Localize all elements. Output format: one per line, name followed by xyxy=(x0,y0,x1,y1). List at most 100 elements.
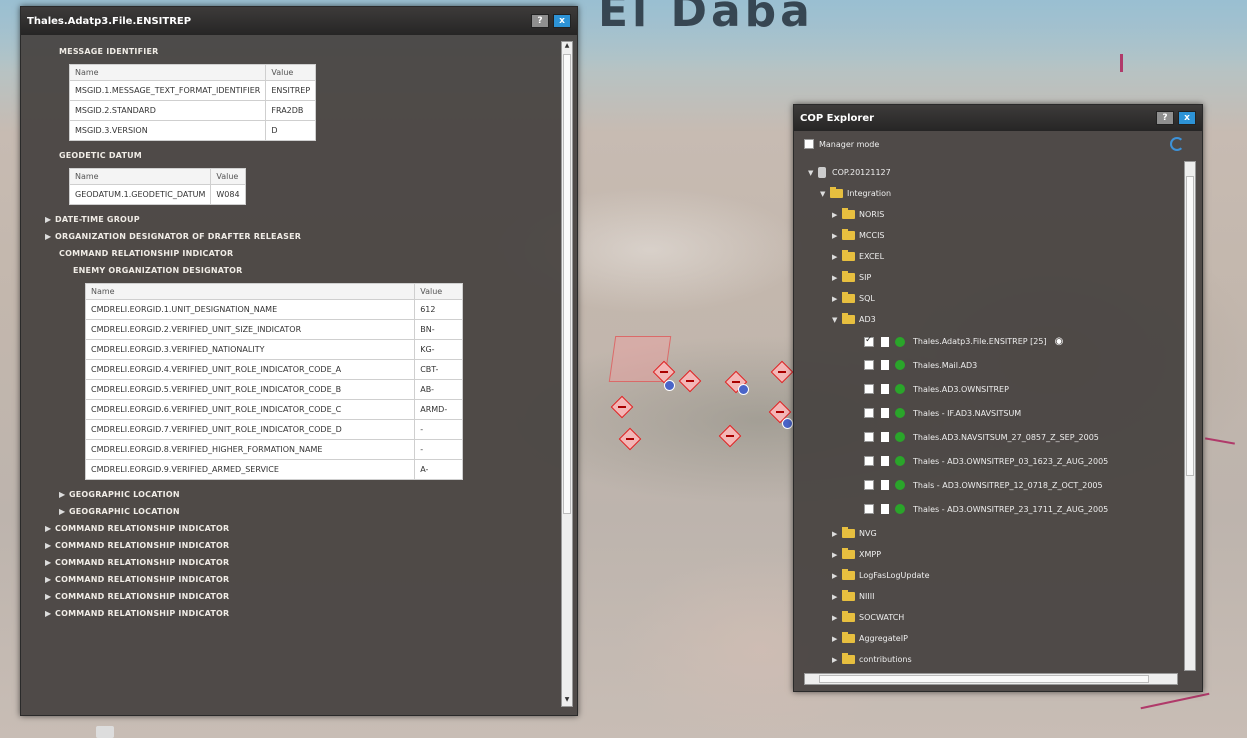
layer-checkbox[interactable] xyxy=(864,384,874,394)
layer-checkbox[interactable] xyxy=(864,335,874,347)
table-row[interactable]: CMDRELI.EORGID.6.VERIFIED_UNIT_ROLE_INDI… xyxy=(84,399,463,420)
tree-node-folder[interactable]: ▶ SIP xyxy=(832,271,871,282)
scrollbar-thumb[interactable] xyxy=(819,675,1149,683)
scrollbar-thumb[interactable] xyxy=(1186,176,1194,476)
folder-icon xyxy=(842,611,855,622)
tree-node-folder[interactable]: ▶ SOCWATCH xyxy=(832,611,904,622)
table-row[interactable]: CMDRELI.EORGID.8.VERIFIED_HIGHER_FORMATI… xyxy=(84,439,463,460)
document-icon xyxy=(881,432,889,442)
tree-node-layer[interactable]: Thales.AD3.NAVSITSUM_27_0857_Z_SEP_2005 xyxy=(864,432,1099,442)
section-geographic-location[interactable]: ▶ GEOGRAPHIC LOCATION xyxy=(21,503,559,520)
tree-node-layer[interactable]: Thales.AD3.OWNSITREP xyxy=(864,384,1009,394)
enemy-unit-symbol[interactable] xyxy=(770,360,794,384)
layer-checkbox[interactable] xyxy=(864,360,874,370)
ensitrep-detail-window[interactable]: Thales.Adatp3.File.ENSITREP ? x MESSAGE … xyxy=(20,6,578,716)
detail-window-titlebar[interactable]: Thales.Adatp3.File.ENSITREP ? x xyxy=(21,7,577,35)
tree-node-folder[interactable]: ▶ LogFasLogUpdate xyxy=(832,569,930,580)
section-command-relationship[interactable]: ▶ COMMAND RELATIONSHIP INDICATOR xyxy=(21,588,559,605)
expand-arrow-icon: ▼ xyxy=(808,168,814,177)
tree-node-folder[interactable]: ▶ SQL xyxy=(832,292,875,303)
section-command-relationship[interactable]: ▶ COMMAND RELATIONSHIP INDICATOR xyxy=(21,605,559,622)
tree-node-folder[interactable]: ▶ NORIS xyxy=(832,208,884,219)
help-button[interactable]: ? xyxy=(1156,111,1174,125)
map-control-button[interactable] xyxy=(96,726,114,738)
layer-checkbox[interactable] xyxy=(864,480,874,490)
tree-node-folder-ad3[interactable]: ▼ AD3 xyxy=(832,313,876,324)
tree-node-folder[interactable]: ▶ NVG xyxy=(832,527,877,538)
tree-node-label: NVG xyxy=(859,529,877,538)
tree-node-layer[interactable]: Thales - IF.AD3.NAVSITSUM xyxy=(864,408,1021,418)
cop-horizontal-scrollbar[interactable] xyxy=(804,673,1178,685)
close-button[interactable]: x xyxy=(553,14,571,28)
tree-node-folder[interactable]: ▶ MCCIS xyxy=(832,229,885,240)
cluster-badge[interactable] xyxy=(782,418,793,429)
table-row[interactable]: CMDRELI.EORGID.2.VERIFIED_UNIT_SIZE_INDI… xyxy=(84,319,463,340)
enemy-unit-symbol[interactable] xyxy=(610,395,634,419)
help-button[interactable]: ? xyxy=(531,14,549,28)
enemy-unit-symbol[interactable] xyxy=(678,369,702,393)
tree-node-layer[interactable]: Thales.Adatp3.File.ENSITREP [25] ◉ xyxy=(864,335,1064,347)
cop-window-titlebar[interactable]: COP Explorer ? x xyxy=(794,105,1202,131)
section-geographic-location[interactable]: ▶ GEOGRAPHIC LOCATION xyxy=(21,486,559,503)
detail-vertical-scrollbar[interactable]: ▲ ▼ xyxy=(561,41,573,707)
table-row[interactable]: MSGID.3.VERSION D xyxy=(68,120,317,141)
table-row[interactable]: CMDRELI.EORGID.1.UNIT_DESIGNATION_NAME 6… xyxy=(84,299,463,320)
folder-icon xyxy=(842,527,855,538)
column-header-name: Name xyxy=(68,64,267,81)
table-row[interactable]: CMDRELI.EORGID.9.VERIFIED_ARMED_SERVICE … xyxy=(84,459,463,480)
tree-node-folder[interactable]: ▶ EXCEL xyxy=(832,250,884,261)
tree-node-folder[interactable]: ▶ XMPP xyxy=(832,548,881,559)
tree-node-integration[interactable]: ▼ Integration xyxy=(820,187,891,198)
section-command-relationship[interactable]: ▶ COMMAND RELATIONSHIP INDICATOR xyxy=(21,554,559,571)
layer-checkbox[interactable] xyxy=(864,432,874,442)
tree-node-layer[interactable]: Thals - AD3.OWNSITREP_12_0718_Z_OCT_2005 xyxy=(864,480,1103,490)
close-button[interactable]: x xyxy=(1178,111,1196,125)
column-header-name: Name xyxy=(68,168,212,185)
enemy-unit-symbol[interactable] xyxy=(718,424,742,448)
tree-node-root[interactable]: ▼ COP.20121127 xyxy=(808,167,891,178)
cell-name: CMDRELI.EORGID.7.VERIFIED_UNIT_ROLE_INDI… xyxy=(84,419,416,440)
folder-icon xyxy=(842,271,855,282)
eye-icon[interactable]: ◉ xyxy=(1055,336,1064,347)
cell-value: - xyxy=(414,419,463,440)
cluster-badge[interactable] xyxy=(664,380,675,391)
scrollbar-thumb[interactable] xyxy=(563,54,571,514)
table-row[interactable]: CMDRELI.EORGID.4.VERIFIED_UNIT_ROLE_INDI… xyxy=(84,359,463,380)
section-date-time-group[interactable]: ▶ DATE-TIME GROUP xyxy=(21,211,559,228)
tree-node-layer[interactable]: Thales.Mail.AD3 xyxy=(864,360,977,370)
tree-node-folder[interactable]: ▶ contributions xyxy=(832,653,912,664)
folder-icon xyxy=(842,569,855,580)
table-row[interactable]: CMDRELI.EORGID.7.VERIFIED_UNIT_ROLE_INDI… xyxy=(84,419,463,440)
table-row[interactable]: GEODATUM.1.GEODETIC_DATUM W084 xyxy=(68,184,246,205)
table-row[interactable]: MSGID.2.STANDARD FRA2DB xyxy=(68,100,317,121)
tree-node-folder[interactable]: ▶ NIIII xyxy=(832,590,874,601)
section-org-designator[interactable]: ▶ ORGANIZATION DESIGNATOR OF DRAFTER RELE… xyxy=(21,228,559,245)
tree-node-layer[interactable]: Thales - AD3.OWNSITREP_23_1711_Z_AUG_200… xyxy=(864,504,1108,514)
tree-node-layer[interactable]: Thales - AD3.OWNSITREP_03_1623_Z_AUG_200… xyxy=(864,456,1108,466)
manager-mode-toggle[interactable]: Manager mode xyxy=(804,139,879,149)
layer-checkbox[interactable] xyxy=(864,504,874,514)
folder-icon xyxy=(842,208,855,219)
cop-vertical-scrollbar[interactable] xyxy=(1184,161,1196,671)
section-command-relationship[interactable]: ▶ COMMAND RELATIONSHIP INDICATOR xyxy=(21,571,559,588)
section-command-relationship[interactable]: COMMAND RELATIONSHIP INDICATOR xyxy=(21,245,559,262)
layer-checkbox[interactable] xyxy=(864,408,874,418)
tree-node-folder[interactable]: ▶ AggregateIP xyxy=(832,632,908,643)
section-label: COMMAND RELATIONSHIP INDICATOR xyxy=(55,592,230,601)
cop-explorer-window[interactable]: COP Explorer ? x Manager mode ▼ COP.20121… xyxy=(793,104,1203,692)
enemy-unit-symbol[interactable] xyxy=(618,427,642,451)
manager-mode-checkbox[interactable] xyxy=(804,139,814,149)
collapse-arrow-icon: ▶ xyxy=(832,529,838,538)
section-command-relationship[interactable]: ▶ COMMAND RELATIONSHIP INDICATOR xyxy=(21,537,559,554)
table-row[interactable]: CMDRELI.EORGID.3.VERIFIED_NATIONALITY KG… xyxy=(84,339,463,360)
table-row[interactable]: MSGID.1.MESSAGE_TEXT_FORMAT_IDENTIFIER E… xyxy=(68,80,317,101)
cell-name: CMDRELI.EORGID.8.VERIFIED_HIGHER_FORMATI… xyxy=(84,439,416,460)
scroll-down-icon[interactable]: ▼ xyxy=(562,696,572,706)
section-command-relationship[interactable]: ▶ COMMAND RELATIONSHIP INDICATOR xyxy=(21,520,559,537)
layer-checkbox[interactable] xyxy=(864,456,874,466)
refresh-icon[interactable] xyxy=(1170,137,1184,151)
cluster-badge[interactable] xyxy=(738,384,749,395)
expand-arrow-icon: ▼ xyxy=(832,315,838,324)
scroll-up-icon[interactable]: ▲ xyxy=(562,42,572,52)
table-row[interactable]: CMDRELI.EORGID.5.VERIFIED_UNIT_ROLE_INDI… xyxy=(84,379,463,400)
